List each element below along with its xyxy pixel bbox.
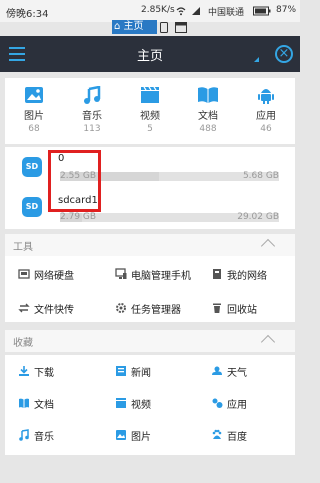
storage-total: 29.02 GB bbox=[237, 212, 279, 222]
favorite-label: 音乐 bbox=[34, 432, 54, 443]
favorite-label: 应用 bbox=[227, 400, 247, 411]
tools-panel: 网络硬盘 电脑管理手机 我的网络 文件快传 任务管理器 回收站 bbox=[5, 256, 295, 322]
section-title: 工具 bbox=[13, 242, 33, 253]
favorite-label: 图片 bbox=[131, 432, 151, 443]
document-icon bbox=[198, 87, 218, 103]
task-manager-icon bbox=[116, 303, 126, 313]
app-bar: 主页 × bbox=[0, 36, 300, 72]
baidu-icon bbox=[212, 429, 222, 439]
chevron-up-icon[interactable] bbox=[260, 334, 276, 350]
sd-card-icon: SD bbox=[22, 197, 42, 217]
favorite-label: 新闻 bbox=[131, 368, 151, 379]
music-icon bbox=[84, 86, 101, 104]
signal-icon bbox=[192, 7, 200, 15]
category-music[interactable]: 音乐 113 bbox=[63, 78, 121, 134]
favorite-label: 天气 bbox=[227, 368, 247, 379]
category-count: 46 bbox=[260, 124, 272, 134]
tool-label: 回收站 bbox=[227, 305, 257, 316]
storage-total: 5.68 GB bbox=[242, 171, 279, 181]
favorite-label: 百度 bbox=[227, 432, 247, 443]
close-icon[interactable]: × bbox=[275, 45, 293, 63]
music-icon bbox=[19, 429, 29, 441]
home-tab-label: 主页 bbox=[123, 21, 144, 32]
image-icon bbox=[25, 87, 43, 103]
category-label: 音乐 bbox=[82, 111, 102, 122]
sd-card-icon: SD bbox=[22, 157, 42, 177]
tool-label: 网络硬盘 bbox=[34, 271, 74, 282]
network-drive-icon bbox=[18, 269, 30, 279]
favorites-panel: 下载 新闻 天气 文档 视频 应用 音乐 图片 百度 bbox=[5, 355, 295, 455]
video-icon bbox=[116, 398, 126, 408]
apps-icon bbox=[212, 398, 223, 408]
category-count: 113 bbox=[83, 124, 101, 134]
favorite-label: 视频 bbox=[131, 400, 151, 411]
tool-label: 任务管理器 bbox=[131, 305, 181, 316]
phone-icon[interactable] bbox=[160, 22, 168, 33]
highlight-box bbox=[48, 150, 101, 212]
category-video[interactable]: 视频 5 bbox=[121, 78, 179, 134]
wifi-icon bbox=[176, 7, 186, 16]
status-carrier: 中国联通 bbox=[208, 8, 245, 18]
category-label: 应用 bbox=[256, 111, 276, 122]
tool-label: 电脑管理手机 bbox=[131, 271, 191, 282]
battery-icon bbox=[253, 6, 271, 16]
home-icon: ⌂ bbox=[114, 21, 121, 32]
category-documents[interactable]: 文档 488 bbox=[179, 78, 237, 134]
tool-label: 我的网络 bbox=[227, 271, 267, 282]
favorites-header[interactable]: 收藏 bbox=[5, 330, 295, 352]
recycle-bin-icon bbox=[213, 303, 221, 313]
category-apps[interactable]: 应用 46 bbox=[237, 78, 295, 134]
storage-used: 2.79 GB bbox=[60, 212, 97, 222]
news-icon bbox=[116, 366, 126, 376]
home-tab[interactable]: ⌂ 主页 bbox=[112, 20, 157, 34]
pc-manage-icon bbox=[115, 268, 127, 279]
category-label: 视频 bbox=[140, 111, 160, 122]
category-count: 5 bbox=[147, 124, 153, 134]
download-icon bbox=[19, 366, 29, 376]
favorite-label: 文档 bbox=[34, 400, 54, 411]
window-corner-indicator bbox=[254, 57, 259, 62]
chevron-up-icon[interactable] bbox=[260, 238, 276, 254]
status-battery: 87% bbox=[276, 5, 297, 15]
android-icon bbox=[258, 89, 274, 104]
my-network-icon bbox=[213, 269, 221, 279]
tool-label: 文件快传 bbox=[34, 305, 74, 316]
file-transfer-icon bbox=[18, 303, 30, 313]
weather-icon bbox=[212, 366, 222, 375]
category-count: 488 bbox=[199, 124, 217, 134]
window-icon[interactable] bbox=[175, 22, 187, 33]
favorite-label: 下载 bbox=[34, 368, 54, 379]
document-icon bbox=[19, 398, 29, 408]
category-label: 文档 bbox=[198, 111, 218, 122]
status-bar: 傍晚6:34 2.85K/s 中国联通 87% bbox=[0, 0, 300, 22]
category-label: 图片 bbox=[24, 111, 44, 122]
category-count: 68 bbox=[28, 124, 40, 134]
tools-header[interactable]: 工具 bbox=[5, 234, 295, 256]
category-images[interactable]: 图片 68 bbox=[5, 78, 63, 134]
category-panel: 图片 68 音乐 113 视频 5 文档 488 应用 46 bbox=[5, 78, 295, 144]
status-speed: 2.85K/s bbox=[141, 5, 175, 15]
status-time: 傍晚6:34 bbox=[6, 9, 49, 20]
section-title: 收藏 bbox=[13, 338, 33, 349]
image-icon bbox=[116, 430, 126, 440]
video-icon bbox=[141, 86, 159, 103]
